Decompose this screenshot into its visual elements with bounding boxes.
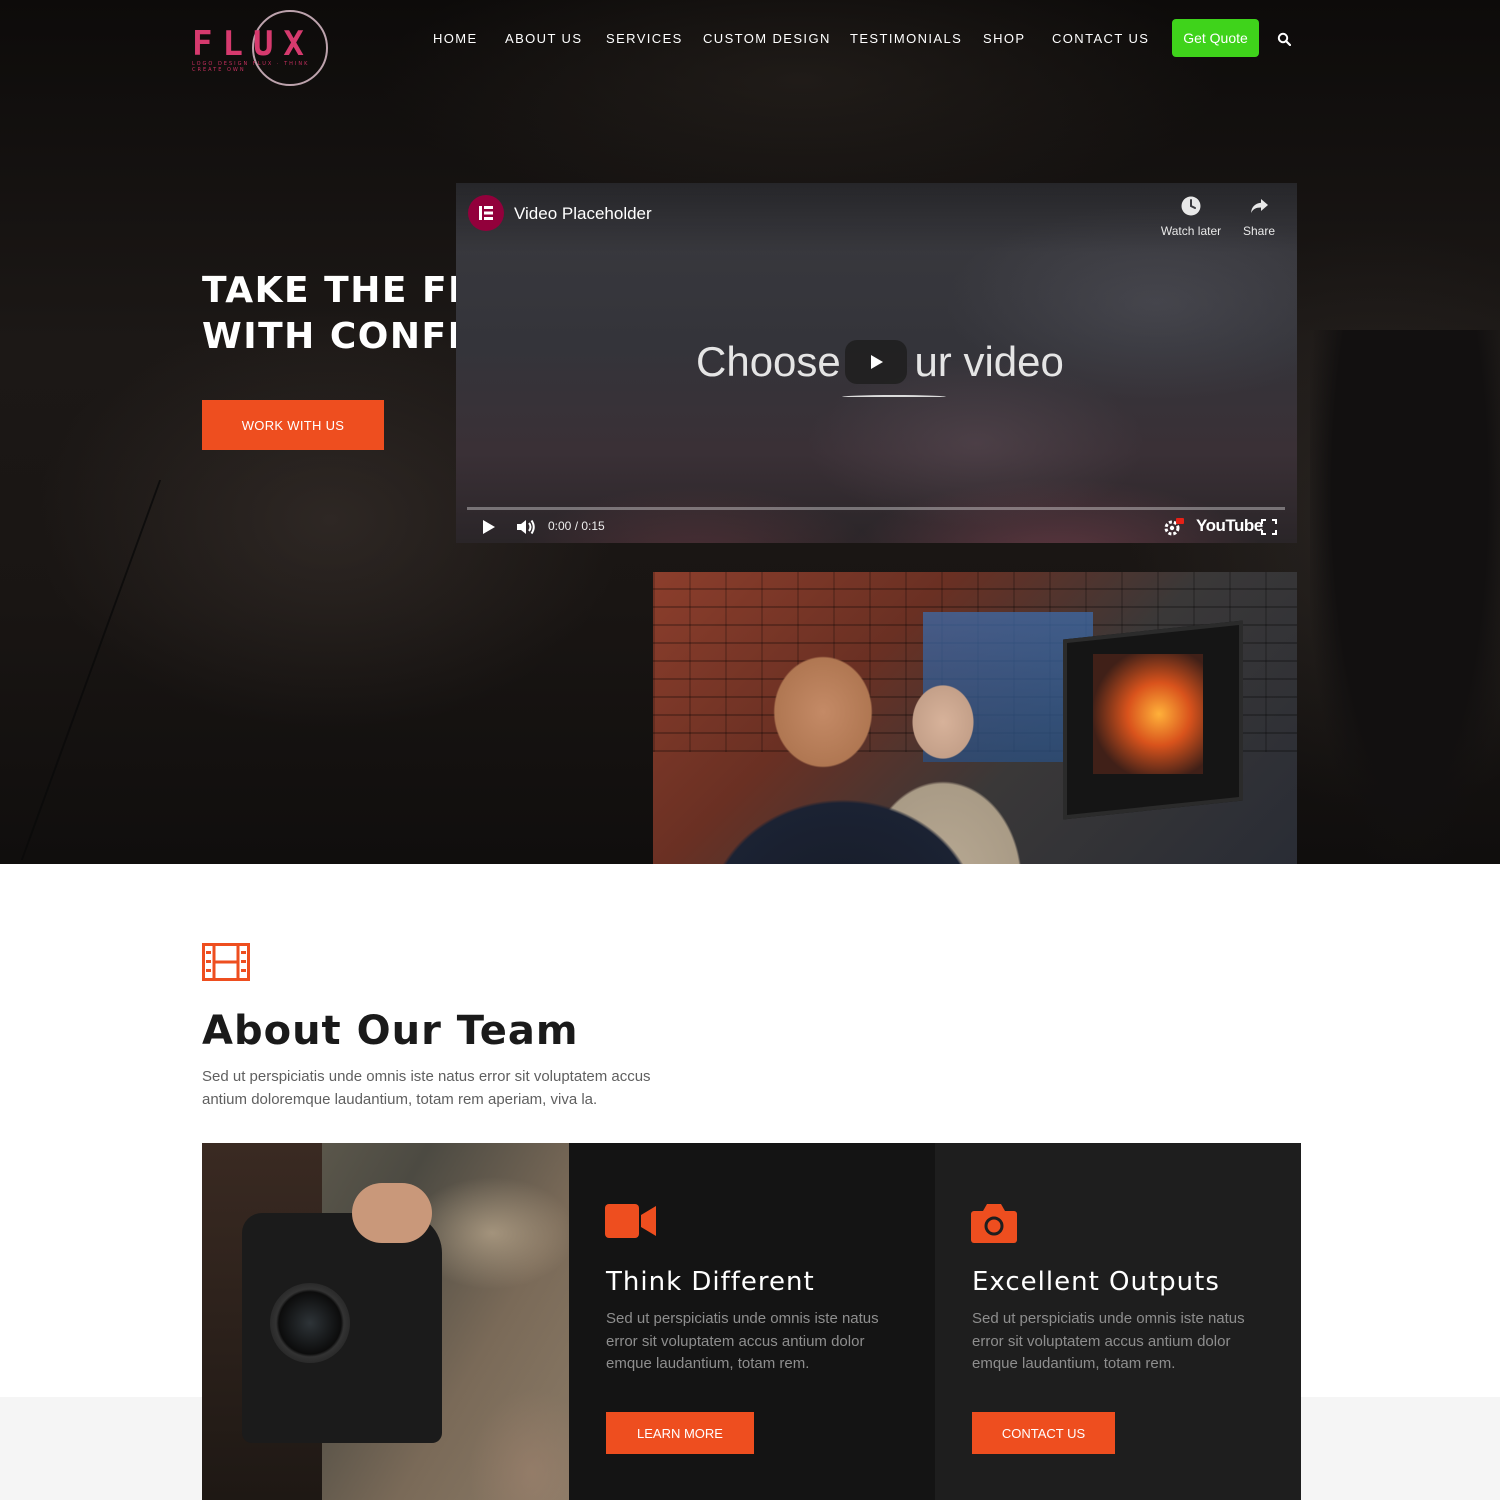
camera-icon	[971, 1204, 1017, 1243]
video-time: 0:00 / 0:15	[548, 519, 605, 533]
play-icon	[871, 355, 883, 369]
work-with-us-button[interactable]: WORK WITH US	[202, 400, 384, 450]
nav-item-about-us[interactable]: ABOUT US	[505, 31, 582, 46]
play-control-icon[interactable]	[481, 518, 497, 536]
big-play-button[interactable]	[845, 340, 907, 384]
search-icon[interactable]	[1277, 32, 1291, 46]
contact-us-button[interactable]: CONTACT US	[972, 1412, 1115, 1454]
video-progress-bar[interactable]	[467, 507, 1285, 510]
film-icon	[202, 943, 250, 981]
overlay-underline	[842, 395, 946, 399]
logo-wordmark: FLUX	[192, 24, 314, 64]
person-young-man	[703, 632, 993, 864]
nav-item-shop[interactable]: SHOP	[983, 31, 1025, 46]
nav-item-services[interactable]: SERVICES	[606, 31, 683, 46]
cameraman-hand	[352, 1183, 432, 1243]
share-label: Share	[1242, 224, 1276, 238]
feature-title: Think Different	[606, 1267, 815, 1297]
about-title: About Our Team	[202, 1008, 579, 1054]
hero-background-tripod	[20, 480, 480, 860]
elementor-logo-icon	[479, 206, 493, 220]
feature-title: Excellent Outputs	[972, 1267, 1220, 1297]
feature-card-excellent-outputs: Excellent Outputs Sed ut perspiciatis un…	[935, 1143, 1301, 1500]
volume-icon[interactable]	[515, 517, 537, 537]
about-text: Sed ut perspiciatis unde omnis iste natu…	[202, 1068, 651, 1108]
youtube-logo[interactable]: YouTube	[1196, 516, 1263, 536]
settings-gear-icon[interactable]	[1163, 517, 1185, 537]
elementor-channel-icon[interactable]	[468, 195, 504, 231]
video-title[interactable]: Video Placeholder	[514, 204, 652, 224]
site-logo[interactable]: FLUX LOGO DESIGN FLUX · THINK CREATE OWN	[190, 8, 330, 86]
nav-item-custom-design[interactable]: CUSTOM DESIGN	[703, 31, 831, 46]
share-arrow-icon	[1251, 199, 1268, 213]
hero-background-silhouette	[1310, 330, 1500, 864]
overlay-text-before: Choose	[696, 338, 853, 385]
cameraman-photo	[202, 1143, 569, 1500]
video-player[interactable]: Video Placeholder Watch later Share Choo…	[456, 183, 1297, 543]
watch-later-button[interactable]: Watch later	[1156, 195, 1226, 238]
monitor-screen	[1093, 654, 1203, 774]
watch-later-label: Watch later	[1160, 224, 1222, 238]
camera-lens	[270, 1283, 350, 1363]
fullscreen-icon[interactable]	[1261, 519, 1277, 535]
nav-item-contact-us[interactable]: CONTACT US	[1052, 31, 1149, 46]
video-camera-icon	[605, 1204, 656, 1238]
learn-more-button[interactable]: LEARN MORE	[606, 1412, 754, 1454]
feature-text: Sed ut perspiciatis unde omnis iste natu…	[606, 1310, 879, 1372]
get-quote-button[interactable]: Get Quote	[1172, 19, 1259, 57]
clock-icon	[1181, 196, 1201, 216]
nav-item-testimonials[interactable]: TESTIMONIALS	[850, 31, 962, 46]
video-camera	[242, 1213, 442, 1443]
hero-section: FLUX LOGO DESIGN FLUX · THINK CREATE OWN…	[0, 0, 1500, 864]
feature-text: Sed ut perspiciatis unde omnis iste natu…	[972, 1310, 1245, 1372]
feature-card-think-different: Think Different Sed ut perspiciatis unde…	[569, 1143, 935, 1500]
nav-item-home[interactable]: HOME	[433, 31, 478, 46]
logo-tagline: LOGO DESIGN FLUX · THINK CREATE OWN	[192, 61, 310, 73]
overlay-text-after: ur video	[914, 338, 1064, 385]
team-editing-photo	[653, 572, 1297, 864]
share-button[interactable]: Share	[1234, 195, 1284, 238]
